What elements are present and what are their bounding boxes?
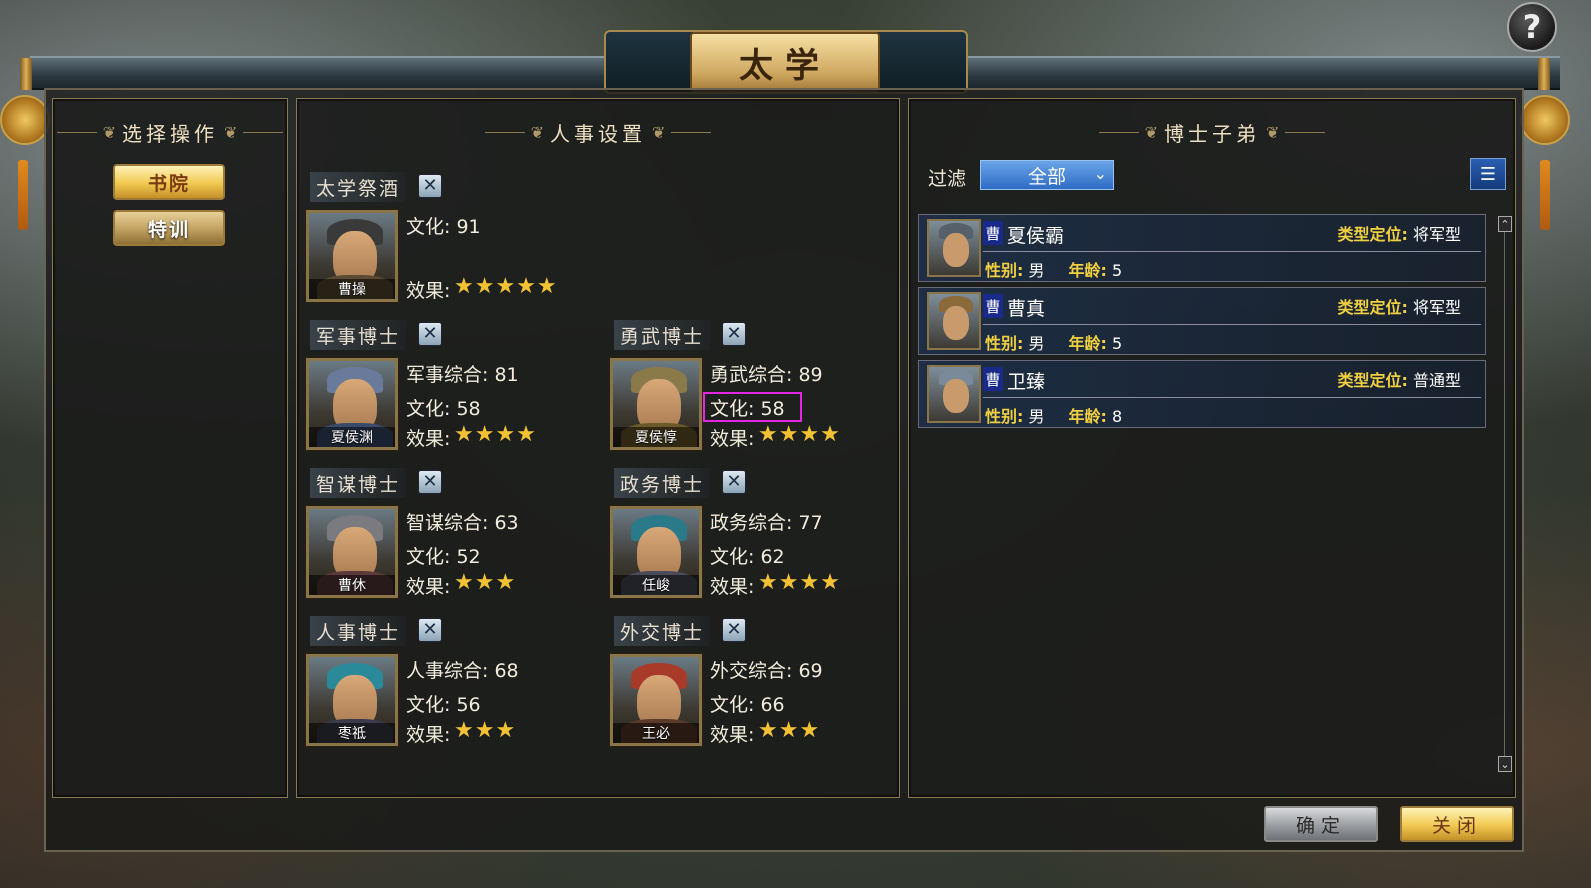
main-stat: 智谋综合: 63	[406, 512, 519, 534]
culture-stat: 文化: 66	[710, 694, 785, 716]
portrait-name: 夏侯惇	[613, 427, 699, 447]
culture-stat: 文化: 58	[406, 398, 481, 420]
help-button[interactable]: ?	[1507, 2, 1557, 52]
scroll-end-right	[1538, 58, 1550, 90]
medallion-left-icon	[0, 95, 50, 145]
student-type: 类型定位: 将军型	[1337, 225, 1461, 244]
tassel-left-icon	[18, 160, 28, 230]
slot-label-zhengwu: 政务博士	[614, 468, 711, 498]
main-stat: 军事综合: 81	[406, 364, 519, 386]
slot-label-yongwu: 勇武博士	[614, 320, 711, 350]
main-stat: 人事综合: 68	[406, 660, 519, 682]
filter-value: 全部	[1027, 165, 1066, 188]
effect-label: 效果:	[710, 576, 755, 598]
portrait-zhimou[interactable]: 曹休	[306, 506, 398, 598]
slot-label-zhimou: 智谋博士	[310, 468, 407, 498]
close-button[interactable]: 关闭	[1400, 806, 1514, 842]
effect-stars: ★★★★	[454, 422, 537, 447]
clan-badge: 曹	[983, 367, 1003, 391]
portrait-zhengwu[interactable]: 任峻	[610, 506, 702, 598]
filter-label: 过滤	[928, 168, 967, 190]
student-name: 卫臻	[1007, 371, 1046, 393]
portrait-jijiu[interactable]: 曹操	[306, 210, 398, 302]
portrait-name: 夏侯渊	[309, 427, 395, 447]
clan-badge: 曹	[983, 294, 1003, 318]
portrait-name: 王必	[613, 723, 699, 743]
student-avatar	[927, 219, 981, 277]
operation-panel	[52, 98, 288, 798]
students-panel	[908, 98, 1516, 798]
personnel-panel-title: ❦ 人事设置 ❦	[296, 118, 900, 146]
slot-label-renshi: 人事博士	[310, 616, 407, 646]
student-row[interactable]: 曹 夏侯霸 类型定位: 将军型 性别: 男年龄: 5	[918, 214, 1486, 282]
portrait-renshi[interactable]: 枣祗	[306, 654, 398, 746]
portrait-name: 曹操	[309, 279, 395, 299]
remove-junshi-button[interactable]: ✕	[418, 322, 442, 346]
effect-label: 效果:	[710, 724, 755, 746]
student-avatar	[927, 365, 981, 423]
portrait-name: 任峻	[613, 575, 699, 595]
portrait-waijiao[interactable]: 王必	[610, 654, 702, 746]
remove-renshi-button[interactable]: ✕	[418, 618, 442, 642]
effect-stars: ★★★★	[758, 570, 841, 595]
special-training-button[interactable]: 特训	[113, 210, 225, 246]
culture-stat: 文化: 91	[406, 216, 481, 238]
remove-waijiao-button[interactable]: ✕	[722, 618, 746, 642]
portrait-junshi[interactable]: 夏侯渊	[306, 358, 398, 450]
main-stat: 外交综合: 69	[710, 660, 823, 682]
effect-label: 效果:	[406, 280, 451, 302]
effect-stars: ★★★★★	[454, 274, 558, 299]
scroll-end-left	[20, 58, 32, 90]
student-info: 性别: 男年龄: 8	[985, 407, 1123, 426]
confirm-button[interactable]: 确定	[1264, 806, 1378, 842]
culture-stat: 文化: 56	[406, 694, 481, 716]
portrait-name: 枣祗	[309, 723, 395, 743]
remove-zhimou-button[interactable]: ✕	[418, 470, 442, 494]
student-name: 夏侯霸	[1007, 225, 1065, 247]
effect-stars: ★★★	[454, 570, 517, 595]
portrait-name: 曹休	[309, 575, 395, 595]
academy-button[interactable]: 书院	[113, 164, 225, 200]
list-view-icon[interactable]: ☰	[1470, 158, 1506, 190]
student-name: 曹真	[1007, 298, 1046, 320]
chevron-down-icon: ⌄	[1093, 164, 1107, 183]
clan-badge: 曹	[983, 221, 1003, 245]
slot-label-junshi: 军事博士	[310, 320, 407, 350]
student-avatar	[927, 292, 981, 350]
main-stat: 政务综合: 77	[710, 512, 823, 534]
students-panel-title: ❦ 博士子弟 ❦	[908, 118, 1516, 146]
effect-stars: ★★★★	[758, 422, 841, 447]
effect-stars: ★★★	[758, 718, 821, 743]
effect-label: 效果:	[406, 724, 451, 746]
student-row[interactable]: 曹 卫臻 类型定位: 普通型 性别: 男年龄: 8	[918, 360, 1486, 428]
scrollbar-track[interactable]	[1504, 232, 1505, 756]
student-info: 性别: 男年龄: 5	[985, 334, 1123, 353]
tassel-right-icon	[1540, 160, 1550, 230]
operation-panel-title: ❦ 选择操作 ❦	[52, 118, 288, 146]
effect-stars: ★★★	[454, 718, 517, 743]
student-type: 类型定位: 将军型	[1337, 298, 1461, 317]
scroll-down-icon[interactable]: ⌄	[1498, 756, 1512, 772]
slot-label-jijiu: 太学祭酒	[310, 172, 407, 202]
medallion-right-icon	[1520, 95, 1570, 145]
student-type: 类型定位: 普通型	[1337, 371, 1461, 390]
scroll-up-icon[interactable]: ⌃	[1498, 216, 1512, 232]
remove-jijiu-button[interactable]: ✕	[418, 174, 442, 198]
slot-label-waijiao: 外交博士	[614, 616, 711, 646]
filter-dropdown[interactable]: 全部 ⌄	[980, 160, 1114, 190]
page-title: 太学	[690, 32, 880, 92]
highlight-box	[703, 392, 802, 422]
effect-label: 效果:	[406, 428, 451, 450]
main-stat: 勇武综合: 89	[710, 364, 823, 386]
culture-stat: 文化: 52	[406, 546, 481, 568]
effect-label: 效果:	[710, 428, 755, 450]
effect-label: 效果:	[406, 576, 451, 598]
culture-stat: 文化: 62	[710, 546, 785, 568]
remove-yongwu-button[interactable]: ✕	[722, 322, 746, 346]
student-info: 性别: 男年龄: 5	[985, 261, 1123, 280]
remove-zhengwu-button[interactable]: ✕	[722, 470, 746, 494]
student-row[interactable]: 曹 曹真 类型定位: 将军型 性别: 男年龄: 5	[918, 287, 1486, 355]
portrait-yongwu[interactable]: 夏侯惇	[610, 358, 702, 450]
